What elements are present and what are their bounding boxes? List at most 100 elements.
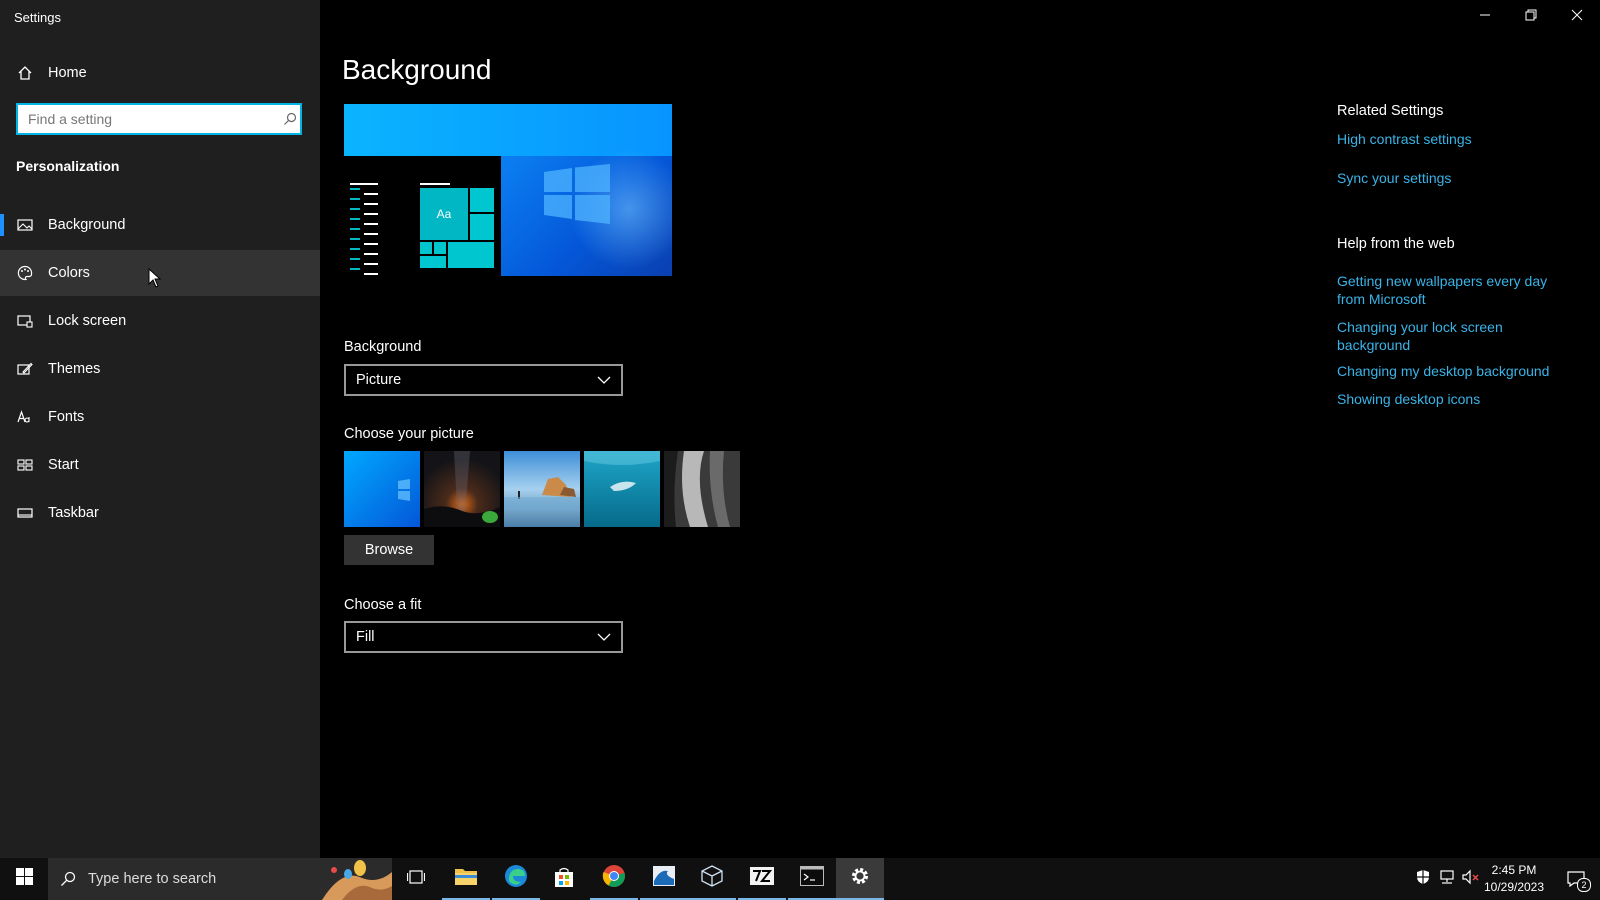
help-link-wallpapers[interactable]: Getting new wallpapers every day from Mi… [1337,272,1577,308]
taskbar-search-input[interactable] [86,870,310,888]
picture-thumbnail-night-sky[interactable] [424,451,500,527]
sidebar-item-start[interactable]: Start [0,442,320,488]
7zip-button[interactable] [738,858,786,900]
help-link-lock-screen[interactable]: Changing your lock screen background [1337,318,1577,354]
fit-dropdown[interactable]: Fill [344,621,623,653]
mouse-cursor [148,267,162,293]
home-nav-item[interactable]: Home [0,50,320,96]
folder-icon [454,866,478,891]
security-tray-button[interactable] [1412,858,1434,900]
help-link-desktop-icons[interactable]: Showing desktop icons [1337,390,1577,408]
taskbar-icon [16,504,34,522]
minimize-icon [1479,8,1491,26]
search-highlight-illustration-icon [312,858,392,900]
sidebar-item-label: Fonts [48,409,85,425]
sidebar-item-label: Taskbar [48,505,99,521]
terminal-icon [800,865,824,891]
edge-button[interactable] [492,858,540,900]
sidebar-item-label: Lock screen [48,313,127,329]
shield-icon [1415,869,1431,890]
picture-thumbnail-beach-rocks[interactable] [504,451,580,527]
chrome-browser-icon [602,864,626,893]
restore-icon [1525,8,1537,26]
fit-value: Fill [356,629,375,645]
network-tray-button[interactable] [1436,858,1458,900]
taskbar: 2:45 PM 10/29/2023 2 [0,858,1600,900]
sidebar-item-fonts[interactable]: Fonts [0,394,320,440]
notification-count-badge: 2 [1577,878,1591,892]
help-link-desktop-background[interactable]: Changing my desktop background [1337,362,1577,380]
home-icon [16,64,34,82]
sidebar: Settings Home Personalization Background… [0,0,320,858]
start-menu-preview: Aa [344,156,501,276]
task-view-button[interactable] [392,858,440,900]
settings-taskbar-button[interactable] [836,858,884,900]
fonts-icon [16,408,34,426]
section-title: Personalization [16,158,120,174]
terminal-button[interactable] [788,858,836,900]
search-icon[interactable] [280,109,300,129]
start-button[interactable] [0,858,48,900]
sidebar-item-label: Background [48,217,126,233]
picture-thumbnail-underwater[interactable] [584,451,660,527]
browse-button[interactable]: Browse [344,535,434,565]
file-explorer-button[interactable] [442,858,490,900]
background-preview: Aa [344,104,672,276]
windows-logo-preview [544,164,610,229]
7zip-icon [750,866,774,890]
background-type-value: Picture [356,372,402,388]
gear-icon [850,866,870,891]
preview-tile: Aa [420,188,468,240]
close-button[interactable] [1554,4,1600,30]
sidebar-item-label: Colors [48,265,90,281]
sidebar-item-themes[interactable]: Themes [0,346,320,392]
picture-icon [16,216,34,234]
clock-date: 10/29/2023 [1483,880,1545,894]
close-icon [1571,8,1583,26]
sidebar-item-label: Themes [48,361,101,377]
search-icon [60,871,76,887]
virtualbox-button[interactable] [688,858,736,900]
choose-picture-label: Choose your picture [344,426,474,442]
picture-thumbnail-windows[interactable] [344,451,420,527]
app-title: Settings [14,10,61,25]
start-icon [16,456,34,474]
store-bag-icon [553,866,575,893]
action-center-button[interactable]: 2 [1556,858,1596,900]
help-heading: Help from the web [1337,236,1455,252]
high-contrast-link[interactable]: High contrast settings [1337,130,1577,148]
network-icon [1438,869,1456,890]
taskbar-clock[interactable]: 2:45 PM 10/29/2023 [1472,862,1556,896]
sidebar-item-label: Start [48,457,79,473]
palette-icon [16,264,34,282]
chrome-button[interactable] [590,858,638,900]
background-type-dropdown[interactable]: Picture [344,364,623,396]
edge-browser-icon [504,864,528,893]
sidebar-item-background[interactable]: Background [0,202,320,248]
background-label: Background [344,339,422,355]
store-button[interactable] [540,858,588,900]
sync-settings-link[interactable]: Sync your settings [1337,169,1577,187]
find-setting-input[interactable] [26,110,277,128]
taskbar-search-box[interactable] [48,858,392,900]
restore-button[interactable] [1508,4,1554,30]
related-settings-heading: Related Settings [1337,103,1444,119]
choose-fit-label: Choose a fit [344,597,422,613]
lock-screen-icon [16,312,34,330]
search-box[interactable] [16,103,302,135]
chevron-down-icon [597,629,611,645]
page-title: Background [342,54,492,85]
clock-time: 2:45 PM [1491,863,1537,877]
task-view-icon [406,869,426,890]
picture-thumbnail-rock-cliff[interactable] [664,451,740,527]
wireshark-button[interactable] [640,858,688,900]
virtualbox-icon [701,864,723,892]
themes-icon [16,360,34,378]
minimize-button[interactable] [1462,4,1508,30]
sidebar-item-lock-screen[interactable]: Lock screen [0,298,320,344]
sidebar-item-taskbar[interactable]: Taskbar [0,490,320,536]
wireshark-icon [652,865,676,892]
home-label: Home [48,65,87,81]
chevron-down-icon [597,372,611,388]
notification-icon: 2 [1567,871,1591,892]
